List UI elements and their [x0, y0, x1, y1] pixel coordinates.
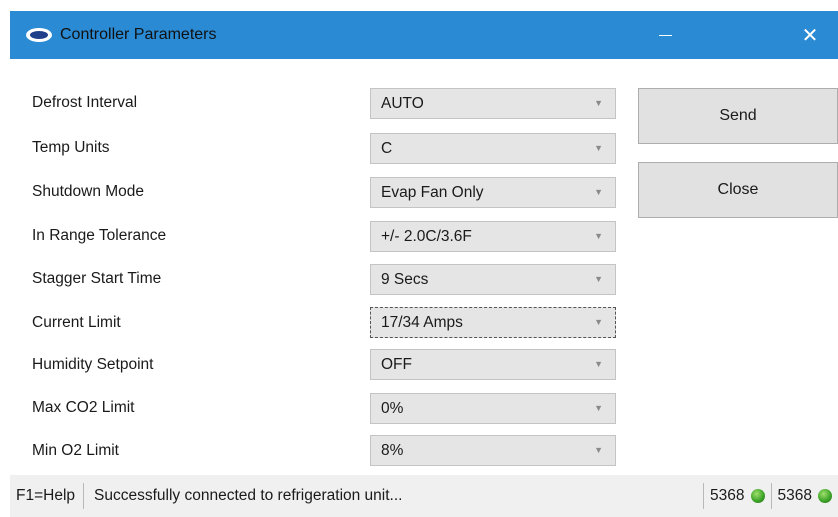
chevron-down-icon: ▼ [594, 98, 603, 108]
status-led-icon [818, 489, 832, 503]
select-value: 0% [381, 399, 404, 417]
select-stagger-start-time[interactable]: 9 Secs ▼ [370, 264, 616, 295]
select-humidity-setpoint[interactable]: OFF ▼ [370, 349, 616, 380]
close-button[interactable]: Close [638, 162, 838, 218]
carrier-logo-icon [26, 28, 52, 42]
label-max-co2-limit: Max CO2 Limit [32, 399, 135, 416]
select-value: 8% [381, 441, 404, 459]
select-value: C [381, 139, 393, 157]
status-count-1: 5368 [704, 487, 770, 505]
parameters-form: Defrost Interval AUTO ▼ Temp Units C ▼ S… [10, 59, 838, 475]
label-stagger-start-time: Stagger Start Time [32, 270, 162, 287]
select-min-o2-limit[interactable]: 8% ▼ [370, 435, 616, 466]
minimize-icon [658, 34, 672, 36]
select-max-co2-limit[interactable]: 0% ▼ [370, 393, 616, 424]
count-value: 5368 [777, 487, 812, 504]
chevron-down-icon: ▼ [594, 143, 603, 153]
status-message: Successfully connected to refrigeration … [94, 487, 403, 504]
chevron-down-icon: ▼ [594, 231, 603, 241]
select-current-limit[interactable]: 17/34 Amps ▼ [370, 307, 616, 338]
label-current-limit: Current Limit [32, 314, 121, 331]
chevron-down-icon: ▼ [594, 274, 603, 284]
close-window-button[interactable]: ✕ [782, 11, 838, 59]
select-value: OFF [381, 355, 412, 373]
status-led-icon [750, 489, 765, 503]
select-defrost-interval[interactable]: AUTO ▼ [370, 88, 616, 119]
select-value: 9 Secs [381, 270, 429, 288]
title-bar[interactable]: Controller Parameters ✕ [10, 11, 838, 59]
select-value: AUTO [381, 94, 424, 112]
chevron-down-icon: ▼ [594, 317, 603, 327]
label-in-range-tolerance: In Range Tolerance [32, 227, 167, 244]
select-value: 17/34 Amps [381, 313, 463, 331]
chevron-down-icon: ▼ [594, 445, 603, 455]
window-title: Controller Parameters [60, 26, 217, 43]
select-in-range-tolerance[interactable]: +/- 2.0C/3.6F ▼ [370, 221, 616, 252]
status-count-2: 5368 [772, 487, 838, 505]
label-shutdown-mode: Shutdown Mode [32, 183, 145, 200]
label-temp-units: Temp Units [32, 139, 110, 156]
select-shutdown-mode[interactable]: Evap Fan Only ▼ [370, 177, 616, 208]
send-button[interactable]: Send [638, 88, 838, 144]
label-defrost-interval: Defrost Interval [32, 94, 138, 111]
chevron-down-icon: ▼ [594, 403, 603, 413]
status-bar: F1=Help Successfully connected to refrig… [10, 475, 838, 517]
chevron-down-icon: ▼ [594, 187, 603, 197]
minimize-button[interactable] [637, 11, 693, 59]
help-hint: F1=Help [16, 487, 76, 504]
close-icon: ✕ [801, 24, 819, 47]
label-humidity-setpoint: Humidity Setpoint [32, 356, 154, 373]
count-value: 5368 [710, 487, 745, 504]
label-min-o2-limit: Min O2 Limit [32, 442, 119, 459]
chevron-down-icon: ▼ [594, 359, 603, 369]
select-temp-units[interactable]: C ▼ [370, 133, 616, 164]
select-value: +/- 2.0C/3.6F [381, 227, 472, 245]
select-value: Evap Fan Only [381, 183, 484, 201]
